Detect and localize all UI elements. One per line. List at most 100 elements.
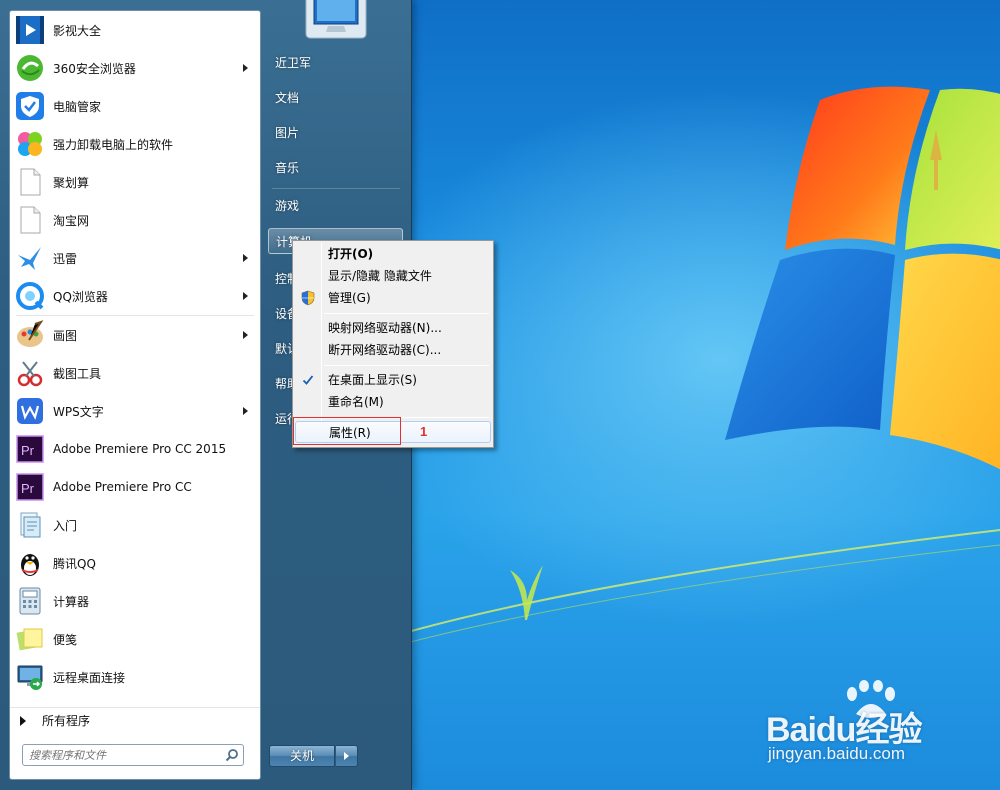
svg-text:Pr: Pr [21, 443, 35, 458]
wps-writer-icon [14, 395, 46, 427]
menu-item-label: 打开(O) [328, 247, 374, 261]
svg-text:Pr: Pr [21, 481, 35, 496]
shutdown-options-button[interactable] [336, 745, 358, 767]
menu-item-open[interactable]: 打开(O) [295, 243, 491, 265]
checkmark-icon [298, 371, 318, 389]
program-item-pc-manager[interactable]: 电脑管家 [10, 87, 260, 125]
program-item-premiere-2015[interactable]: Pr Adobe Premiere Pro CC 2015 [10, 430, 260, 468]
calculator-icon [14, 585, 46, 617]
program-label: 画图 [53, 328, 78, 343]
windows-logo-wallpaper [725, 86, 1000, 470]
all-programs-label: 所有程序 [42, 714, 91, 728]
program-label: 入门 [53, 518, 78, 533]
right-link-pictures[interactable]: 图片 [268, 120, 403, 146]
submenu-arrow-icon [243, 292, 248, 300]
search-input[interactable] [23, 748, 221, 762]
wallpaper-grass-stroke [380, 529, 1000, 651]
right-link-games[interactable]: 游戏 [268, 193, 403, 219]
sticky-notes-icon [14, 623, 46, 655]
chevron-right-icon [344, 752, 349, 760]
program-item-sticky-notes[interactable]: 便笺 [10, 620, 260, 658]
shutdown-button[interactable]: 关机 [269, 745, 335, 767]
snipping-tool-icon [14, 357, 46, 389]
menu-item-label: 管理(G) [328, 291, 371, 305]
menu-item-map-network-drive[interactable]: 映射网络驱动器(N)... [295, 317, 491, 339]
program-item-remote-desktop[interactable]: 远程桌面连接 [10, 658, 260, 696]
program-label: 远程桌面连接 [53, 670, 126, 685]
qq-penguin-icon [14, 547, 46, 579]
annotation-step-number: 1 [420, 424, 428, 439]
program-label: 计算器 [53, 594, 90, 609]
menu-separator [324, 313, 489, 314]
premiere-pro-icon: Pr [14, 471, 46, 503]
uninstall-clover-icon [14, 128, 46, 160]
program-label: 迅雷 [53, 251, 78, 266]
menu-item-label: 映射网络驱动器(N)... [328, 321, 442, 335]
thunder-bird-icon [14, 242, 46, 274]
search-box [22, 744, 244, 766]
program-item-paint[interactable]: 画图 [10, 316, 260, 354]
program-item-juhuasuan[interactable]: 聚划算 [10, 163, 260, 201]
program-label: Adobe Premiere Pro CC 2015 [53, 442, 227, 456]
program-item-snipping-tool[interactable]: 截图工具 [10, 354, 260, 392]
program-label: 影视大全 [53, 23, 102, 38]
menu-item-label: 重命名(M) [328, 395, 384, 409]
program-list: 影视大全 360安全浏览器 电脑管家 强力卸载电脑上的软件 聚划算 淘宝网 迅雷… [10, 11, 260, 696]
menu-item-show-on-desktop[interactable]: 在桌面上显示(S) [295, 369, 491, 391]
360-browser-icon [14, 52, 46, 84]
submenu-arrow-icon [243, 64, 248, 72]
right-link-music[interactable]: 音乐 [268, 155, 403, 181]
program-item-wps-writer[interactable]: WPS文字 [10, 392, 260, 430]
program-item-360-browser[interactable]: 360安全浏览器 [10, 49, 260, 87]
program-label: 360安全浏览器 [53, 61, 136, 76]
menu-item-manage[interactable]: 管理(G) [295, 287, 491, 309]
blank-document-icon [14, 204, 46, 236]
program-label: 便笺 [53, 632, 78, 647]
program-item-taobao[interactable]: 淘宝网 [10, 201, 260, 239]
expand-arrow-icon [20, 715, 26, 726]
program-label: 聚划算 [53, 175, 90, 190]
all-programs-button[interactable]: 所有程序 [10, 707, 260, 733]
right-link-user[interactable]: 近卫军 [268, 50, 403, 76]
user-avatar[interactable] [300, 0, 370, 40]
program-label: Adobe Premiere Pro CC [53, 480, 192, 494]
program-item-qq-browser[interactable]: QQ浏览器 [10, 277, 260, 315]
program-item-thunder[interactable]: 迅雷 [10, 239, 260, 277]
blank-document-icon [14, 166, 46, 198]
annotation-highlight-box [293, 417, 401, 445]
program-item-uninstaller[interactable]: 强力卸载电脑上的软件 [10, 125, 260, 163]
menu-item-rename[interactable]: 重命名(M) [295, 391, 491, 413]
program-item-calculator[interactable]: 计算器 [10, 582, 260, 620]
program-label: 截图工具 [53, 366, 102, 381]
program-label: 腾讯QQ [53, 556, 96, 571]
program-label: WPS文字 [53, 404, 104, 419]
video-player-icon [14, 14, 46, 46]
program-label: 强力卸载电脑上的软件 [53, 137, 174, 152]
baidu-jingyan-watermark: Baidu经验 jingyan.baidu.com [760, 680, 1000, 780]
menu-item-label: 断开网络驱动器(C)... [328, 343, 442, 357]
program-label: 电脑管家 [53, 99, 102, 114]
programs-pane: 影视大全 360安全浏览器 电脑管家 强力卸载电脑上的软件 聚划算 淘宝网 迅雷… [9, 10, 261, 780]
wallpaper-leaf [510, 565, 543, 620]
program-item-getting-started[interactable]: 入门 [10, 506, 260, 544]
menu-separator [324, 365, 489, 366]
remote-desktop-icon [14, 661, 46, 693]
search-icon[interactable] [221, 745, 243, 765]
paint-palette-icon [14, 319, 46, 351]
menu-item-label: 在桌面上显示(S) [328, 373, 417, 387]
menu-item-disconnect-network-drive[interactable]: 断开网络驱动器(C)... [295, 339, 491, 361]
submenu-arrow-icon [243, 331, 248, 339]
right-link-documents[interactable]: 文档 [268, 85, 403, 111]
pc-manager-shield-icon [14, 90, 46, 122]
submenu-arrow-icon [243, 254, 248, 262]
getting-started-icon [14, 509, 46, 541]
watermark-url: jingyan.baidu.com [768, 744, 906, 763]
program-label: QQ浏览器 [53, 289, 108, 304]
program-item-yingshi[interactable]: 影视大全 [10, 11, 260, 49]
right-separator [272, 188, 400, 189]
program-item-premiere[interactable]: Pr Adobe Premiere Pro CC [10, 468, 260, 506]
program-item-tencent-qq[interactable]: 腾讯QQ [10, 544, 260, 582]
menu-item-label: 显示/隐藏 隐藏文件 [328, 269, 432, 283]
premiere-pro-icon: Pr [14, 433, 46, 465]
menu-item-show-hide-files[interactable]: 显示/隐藏 隐藏文件 [295, 265, 491, 287]
